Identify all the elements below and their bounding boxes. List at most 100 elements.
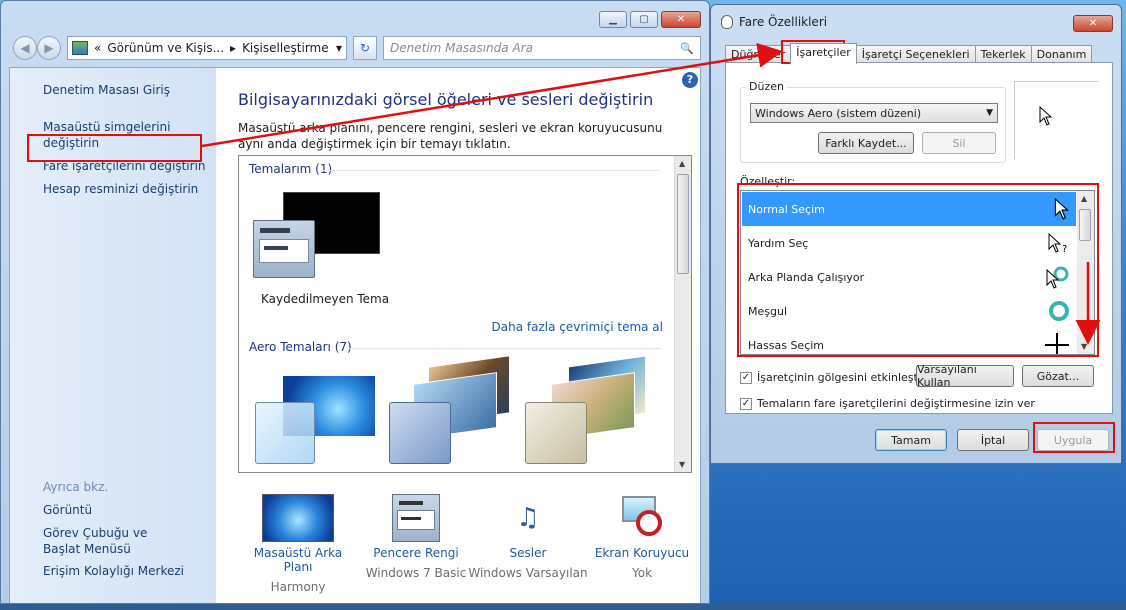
- control-panel-icon: [72, 41, 88, 55]
- aero-theme-nature[interactable]: [525, 356, 645, 464]
- sounds-label: Sesler: [509, 546, 547, 560]
- account-picture-link[interactable]: Hesap resminizi değiştirin: [10, 181, 216, 197]
- navigation-bar: ◀ ▶ « Görünüm ve Kişis... ▸ Kişiselleşti…: [13, 35, 701, 61]
- search-input[interactable]: Denetim Masasında Ara 🔍: [383, 36, 701, 60]
- theme-settings-bar: Masaüstü Arka Planı Harmony Pencere Reng…: [238, 488, 698, 594]
- sounds-icon: ♫: [516, 503, 540, 533]
- screen-saver-icon: [618, 494, 666, 542]
- sounds-item[interactable]: ♫ Sesler Windows Varsayılan: [468, 488, 588, 580]
- close-button[interactable]: ✕: [661, 11, 701, 28]
- use-default-button[interactable]: Varsayılanı Kullan: [916, 363, 1014, 389]
- delete-button[interactable]: Sil: [922, 132, 996, 154]
- screen-saver-item[interactable]: Ekran Koruyucu Yok: [582, 488, 702, 580]
- unsaved-theme-tile[interactable]: [253, 192, 383, 282]
- chevron-down-icon: ▼: [986, 108, 993, 118]
- my-themes-group-label: Temalarım (1): [249, 162, 333, 176]
- nav-buttons: ◀ ▶: [13, 36, 61, 60]
- window-color-icon-titlebar: [399, 501, 423, 505]
- control-panel-window: ▁ ▢ ✕ ◀ ▶ « Görünüm ve Kişis... ▸ Kişise…: [0, 0, 710, 604]
- scheme-label: Düzen: [746, 80, 787, 93]
- no-entry-icon: [636, 510, 662, 536]
- control-panel-home-link[interactable]: Denetim Masası Giriş: [10, 82, 216, 98]
- breadcrumb-parent[interactable]: Görünüm ve Kişis...: [107, 41, 224, 55]
- window-color-item[interactable]: Pencere Rengi Windows 7 Basic: [356, 488, 476, 580]
- window-thumbnail-line: [264, 246, 288, 250]
- window-color-icon-body: [397, 510, 435, 530]
- chevron-down-icon[interactable]: ▾: [336, 41, 342, 55]
- caption-buttons: ▁ ▢ ✕: [599, 11, 701, 28]
- see-also-title: Ayrıca bkz.: [43, 480, 109, 494]
- aero-themes-group-label: Aero Temaları (7): [249, 340, 352, 354]
- annotation-box-apply: [1033, 422, 1115, 453]
- browse-button[interactable]: Gözat...: [1022, 365, 1094, 387]
- breadcrumb-current[interactable]: Kişiselleştirme: [242, 41, 330, 55]
- checkbox-box[interactable]: ✓: [740, 371, 752, 384]
- allow-themes-checkbox[interactable]: ✓ Temaların fare işaretçilerini değiştir…: [740, 397, 1035, 410]
- window-color-icon: [392, 494, 440, 542]
- window-color-label: Pencere Rengi: [373, 546, 459, 560]
- minimize-button[interactable]: ▁: [599, 11, 627, 28]
- allow-themes-label: Temaların fare işaretçilerini değiştirme…: [757, 397, 1035, 410]
- cursor-preview: [1014, 81, 1098, 159]
- tab-wheel[interactable]: Tekerlek: [974, 45, 1032, 63]
- desktop-background-value: Harmony: [270, 580, 326, 594]
- taskbar: [0, 604, 1126, 610]
- main-pane: ? Bilgisayarınızdaki görsel öğeleri ve s…: [216, 68, 700, 603]
- window-thumbnail-body: [259, 239, 309, 263]
- group-divider: [349, 348, 661, 349]
- preview-arrow-cursor-icon: [1039, 106, 1053, 126]
- window-color-thumbnail: [253, 220, 315, 278]
- desktop-background-icon: [262, 494, 334, 542]
- forward-button[interactable]: ▶: [37, 36, 61, 60]
- desktop-background-item[interactable]: Masaüstü Arka Planı Harmony: [238, 488, 358, 594]
- theme-gallery: Temalarım (1) Kaydedilmeyen Tema Daha fa…: [238, 155, 692, 473]
- ok-button[interactable]: Tamam: [875, 429, 947, 451]
- search-icon: 🔍: [680, 41, 694, 55]
- dialog-title: Fare Özellikleri: [739, 15, 828, 29]
- scroll-up-arrow[interactable]: ▲: [679, 159, 685, 168]
- page-title: Bilgisayarınızdaki görsel öğeleri ve ses…: [238, 90, 654, 109]
- ease-of-access-link[interactable]: Erişim Kolaylığı Merkezi: [10, 563, 184, 579]
- help-icon[interactable]: ?: [682, 72, 698, 88]
- back-button[interactable]: ◀: [13, 36, 37, 60]
- breadcrumb-prefix: «: [94, 41, 102, 55]
- dialog-tabs: Düğmeler İşaretçiler İşaretçi Seçenekler…: [725, 43, 1093, 64]
- mouse-icon: [721, 15, 733, 29]
- tab-pointer-options[interactable]: İşaretçi Seçenekleri: [855, 45, 976, 63]
- save-as-button[interactable]: Farklı Kaydet...: [818, 132, 914, 154]
- taskbar-start-link[interactable]: Görev Çubuğu ve Başlat Menüsü: [10, 525, 180, 557]
- breadcrumb-separator[interactable]: ▸: [230, 41, 236, 55]
- aero-theme-windows7[interactable]: [255, 372, 375, 464]
- scrollbar-thumb[interactable]: [677, 174, 689, 274]
- address-bar[interactable]: « Görünüm ve Kişis... ▸ Kişiselleştirme …: [67, 36, 347, 60]
- window-thumbnail-titlebar: [260, 228, 290, 233]
- window-color-thumbnail: [525, 402, 587, 464]
- window-color-value: Windows 7 Basic: [365, 566, 467, 580]
- unsaved-theme-label: Kaydedilmeyen Tema: [261, 292, 390, 306]
- gallery-scrollbar[interactable]: ▲ ▼: [674, 156, 691, 472]
- search-placeholder: Denetim Masasında Ara: [390, 41, 533, 55]
- annotation-box-cursor-list: [737, 183, 1099, 357]
- aero-theme-architecture[interactable]: [389, 356, 509, 464]
- maximize-button[interactable]: ▢: [630, 11, 658, 28]
- pointer-shadow-checkbox[interactable]: ✓ İşaretçinin gölgesini etkinleştir: [740, 371, 925, 384]
- scheme-dropdown[interactable]: Windows Aero (sistem düzeni) ▼: [750, 103, 998, 123]
- window-color-icon-line: [401, 517, 421, 520]
- dialog-titlebar: Fare Özellikleri: [721, 15, 827, 29]
- refresh-button[interactable]: ↻: [353, 36, 377, 60]
- display-link[interactable]: Görüntü: [10, 502, 92, 518]
- tab-pointers[interactable]: İşaretçiler: [790, 43, 857, 64]
- tab-hardware[interactable]: Donanım: [1030, 45, 1093, 63]
- window-color-thumbnail: [389, 402, 451, 464]
- screen-saver-value: Yok: [631, 566, 653, 580]
- cancel-button[interactable]: İptal: [957, 429, 1029, 451]
- desktop-background-label: Masaüstü Arka Planı: [253, 546, 343, 574]
- scheme-value: Windows Aero (sistem düzeni): [755, 106, 922, 120]
- window-color-thumbnail: [255, 402, 315, 464]
- sounds-value: Windows Varsayılan: [468, 566, 588, 580]
- scroll-down-arrow[interactable]: ▼: [679, 460, 685, 469]
- dialog-close-button[interactable]: ✕: [1073, 15, 1113, 32]
- group-divider: [319, 170, 661, 171]
- checkbox-box[interactable]: ✓: [740, 397, 752, 410]
- get-more-themes-link[interactable]: Daha fazla çevrimiçi tema al: [492, 320, 664, 334]
